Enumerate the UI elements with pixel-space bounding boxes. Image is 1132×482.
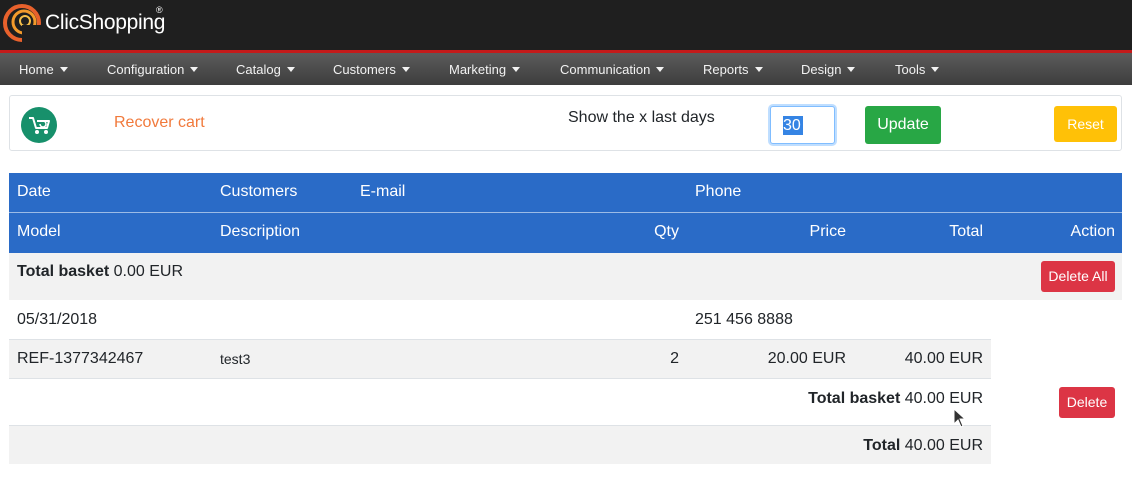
item-total: 40.00 EUR: [904, 350, 983, 367]
col-qty: Qty: [654, 223, 679, 240]
mouse-pointer-icon: [953, 408, 967, 428]
col-email: E-mail: [360, 183, 406, 200]
item-description: test3: [220, 351, 251, 367]
row-spacer: [9, 300, 1122, 301]
col-price: Price: [809, 223, 846, 240]
main-navbar: Home Configuration Catalog Customers Mar…: [0, 53, 1132, 85]
cart-phone: 251 456 8888: [695, 311, 793, 328]
days-filter-label: Show the x last days: [568, 109, 715, 126]
grand-total-label: Total: [863, 437, 901, 454]
table-header: [9, 173, 1122, 253]
row-divider: [9, 378, 991, 379]
item-qty: 2: [670, 350, 679, 367]
cart-date: 05/31/2018: [17, 311, 98, 328]
grand-total-value: 40.00 EUR: [904, 437, 983, 454]
nav-tools-label: Tools: [895, 62, 926, 77]
cart-basket-total: Total basket 40.00 EUR: [700, 390, 983, 408]
total-basket-value: 0.00 EUR: [113, 263, 183, 280]
grand-total: Total 40.00 EUR: [700, 437, 983, 455]
caret-down-icon: [286, 67, 295, 72]
caret-down-icon: [656, 67, 665, 72]
item-price: 20.00 EUR: [767, 350, 846, 367]
nav-tools[interactable]: Tools: [895, 53, 940, 85]
delete-all-button[interactable]: Delete All: [1041, 261, 1115, 292]
nav-marketing[interactable]: Marketing: [449, 53, 521, 85]
brand-logo[interactable]: ClicShopping: [2, 3, 165, 43]
cart-basket-total-value: 40.00 EUR: [904, 390, 983, 407]
nav-catalog[interactable]: Catalog: [236, 53, 295, 85]
delete-cart-button[interactable]: Delete: [1059, 387, 1115, 418]
item-model: REF-1377342467: [17, 350, 144, 367]
nav-catalog-label: Catalog: [236, 62, 281, 77]
nav-reports-label: Reports: [703, 62, 749, 77]
total-basket-label: Total basket: [17, 263, 110, 280]
nav-configuration[interactable]: Configuration: [107, 53, 199, 85]
nav-configuration-label: Configuration: [107, 62, 185, 77]
top-header: [0, 0, 1132, 50]
caret-down-icon: [847, 67, 856, 72]
col-description: Description: [220, 223, 301, 240]
caret-down-icon: [190, 67, 199, 72]
registered-mark: ®: [156, 5, 163, 15]
nav-customers[interactable]: Customers: [333, 53, 410, 85]
total-basket-summary: Total basket 0.00 EUR: [17, 263, 183, 281]
caret-down-icon: [512, 67, 521, 72]
nav-home[interactable]: Home: [19, 53, 68, 85]
swirl-logo-icon: [3, 4, 42, 43]
col-customers: Customers: [220, 183, 298, 200]
reset-button[interactable]: Reset: [1054, 106, 1117, 142]
nav-design-label: Design: [801, 62, 842, 77]
days-filter-input[interactable]: [770, 106, 835, 144]
col-total: Total: [949, 223, 983, 240]
col-date: Date: [17, 183, 51, 200]
caret-down-icon: [59, 67, 68, 72]
page-title: Recover cart: [114, 114, 205, 131]
nav-customers-label: Customers: [333, 62, 396, 77]
update-button[interactable]: Update: [865, 106, 941, 144]
nav-communication-label: Communication: [560, 62, 651, 77]
caret-down-icon: [754, 67, 763, 72]
col-model: Model: [17, 223, 61, 240]
col-phone: Phone: [695, 183, 742, 200]
nav-reports[interactable]: Reports: [703, 53, 763, 85]
shopping-cart-refresh-icon: [21, 107, 57, 143]
caret-down-icon: [931, 67, 940, 72]
table-header-divider: [9, 212, 1122, 213]
nav-design[interactable]: Design: [801, 53, 856, 85]
nav-marketing-label: Marketing: [449, 62, 507, 77]
brand-name: ClicShopping: [45, 11, 166, 34]
caret-down-icon: [401, 67, 410, 72]
nav-home-label: Home: [19, 62, 54, 77]
nav-communication[interactable]: Communication: [560, 53, 665, 85]
col-action: Action: [1070, 223, 1115, 240]
cart-basket-total-label: Total basket: [808, 390, 901, 407]
